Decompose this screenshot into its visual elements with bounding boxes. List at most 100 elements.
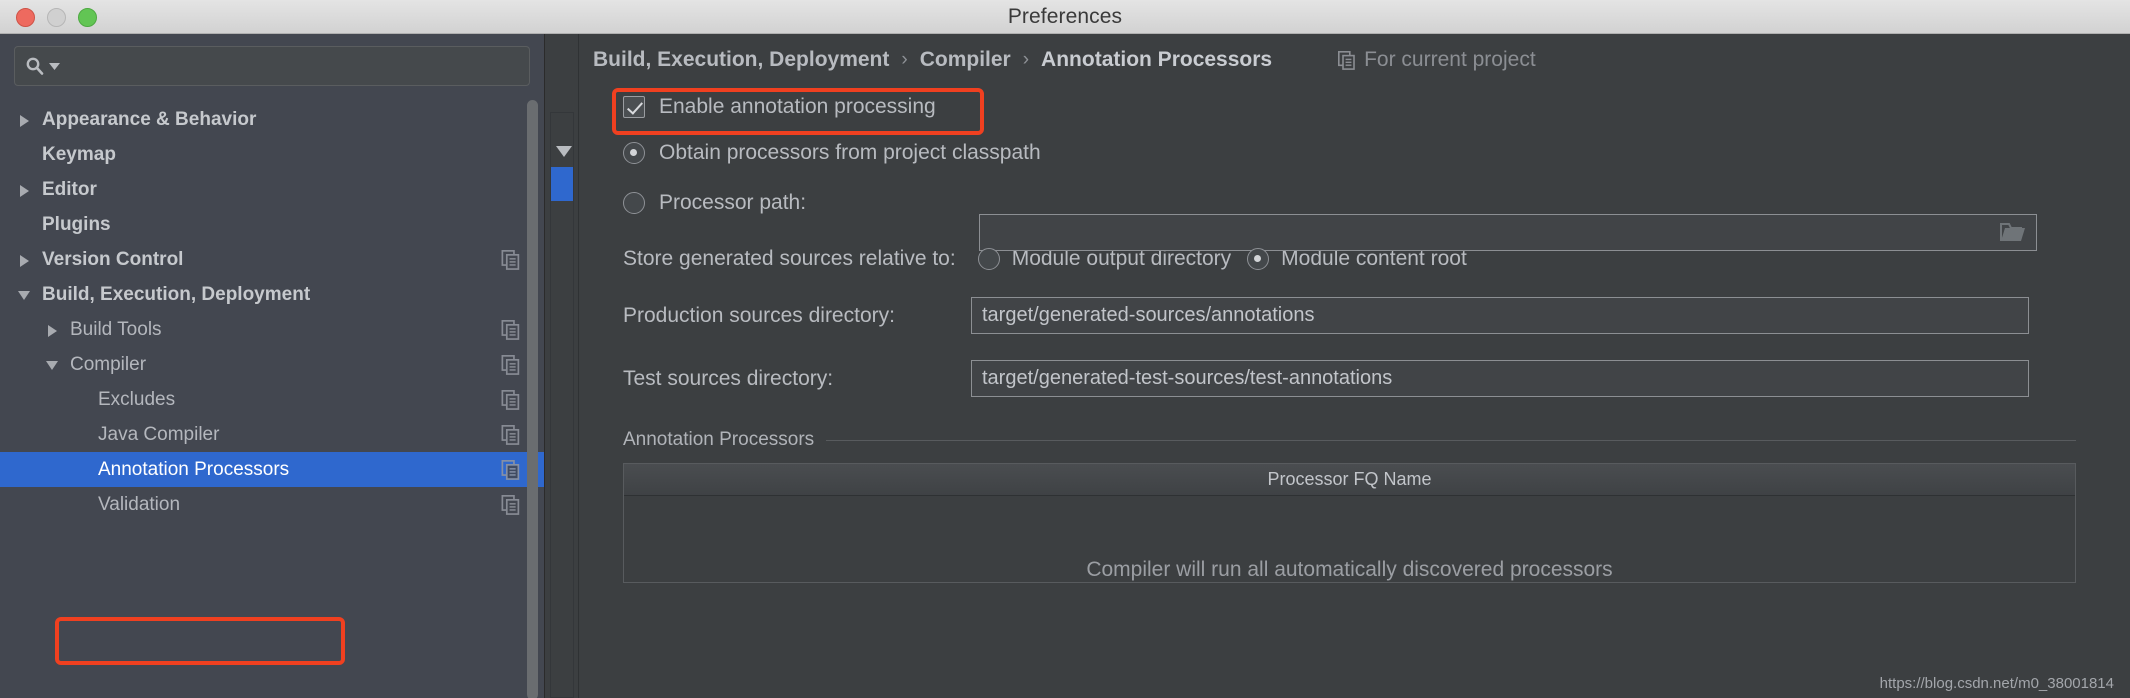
chevron-right-icon[interactable]: [16, 251, 34, 269]
copy-icon[interactable]: [500, 389, 522, 410]
sidebar-item-copy-settings-icon: [500, 285, 522, 305]
search-input[interactable]: [64, 57, 519, 75]
gutter-position-marker: [551, 167, 573, 201]
folder-browse-icon[interactable]: [2000, 222, 2026, 243]
sidebar-item-label: Build, Execution, Deployment: [42, 283, 311, 305]
sidebar-item-label: Keymap: [42, 143, 116, 165]
sidebar-scrollbar[interactable]: [527, 100, 538, 698]
sidebar-item-appearance-behavior[interactable]: Appearance & Behavior: [0, 102, 544, 137]
sidebar-item-copy-settings-icon[interactable]: [500, 389, 522, 410]
search-icon: [26, 57, 44, 75]
sidebar-item-copy-settings-icon[interactable]: [500, 319, 522, 340]
sidebar-item-validation[interactable]: Validation: [0, 487, 544, 522]
chevron-down-icon[interactable]: [16, 286, 34, 304]
store-module-output-radio[interactable]: [977, 248, 1000, 270]
search-area: [0, 34, 544, 96]
sidebar-item-copy-settings-icon[interactable]: [500, 354, 522, 375]
annotation-highlight-sidebar: [55, 617, 345, 665]
sidebar-item-keymap[interactable]: Keymap: [0, 137, 544, 172]
copy-icon[interactable]: [500, 354, 522, 375]
test-sources-value: target/generated-test-sources/test-annot…: [982, 367, 1393, 389]
sidebar-item-annotation-processors[interactable]: Annotation Processors: [0, 452, 544, 487]
sidebar-item-java-compiler[interactable]: Java Compiler: [0, 417, 544, 452]
breadcrumb-part-2: Annotation Processors: [1041, 48, 1273, 71]
obtain-processors-row[interactable]: Obtain processors from project classpath: [623, 141, 2130, 165]
sidebar-item-plugins[interactable]: Plugins: [0, 207, 544, 242]
settings-content: Enable annotation processing Obtain proc…: [579, 72, 2130, 583]
breadcrumb-part-1[interactable]: Compiler: [920, 48, 1011, 72]
project-scope-label: For current project: [1364, 48, 1536, 71]
minimize-button-icon[interactable]: [47, 7, 66, 27]
sidebar-item-build-tools[interactable]: Build Tools: [0, 312, 544, 347]
processor-path-input[interactable]: [979, 214, 2037, 251]
sidebar-item-label: Editor: [42, 178, 97, 200]
processor-path-label: Processor path:: [659, 191, 807, 214]
chevron-right-icon[interactable]: [44, 321, 62, 339]
processors-table-header: Processor FQ Name: [624, 464, 2075, 496]
section-divider: [826, 439, 2076, 441]
processor-path-radio[interactable]: [623, 192, 645, 214]
chevron-right-icon[interactable]: [16, 111, 34, 129]
sidebar-item-label: Version Control: [42, 248, 184, 270]
sidebar-item-excludes[interactable]: Excludes: [0, 382, 544, 417]
watermark: https://blog.csdn.net/m0_38001814: [1879, 675, 2114, 692]
enable-annotation-processing-checkbox[interactable]: [623, 96, 645, 118]
sidebar-item-copy-settings-icon[interactable]: [500, 424, 522, 445]
breadcrumb-part-0[interactable]: Build, Execution, Deployment: [593, 48, 889, 72]
chevron-down-icon[interactable]: [44, 356, 62, 374]
obtain-processors-label: Obtain processors from project classpath: [659, 141, 1041, 164]
sidebar-item-compiler[interactable]: Compiler: [0, 347, 544, 382]
traffic-lights: [16, 0, 97, 34]
enable-annotation-processing-row[interactable]: Enable annotation processing: [623, 95, 2130, 119]
sidebar-item-copy-settings-icon[interactable]: [500, 249, 522, 270]
production-sources-value: target/generated-sources/annotations: [982, 304, 1315, 326]
close-button-icon[interactable]: [16, 7, 35, 27]
preferences-window: Preferences Appearance & Behavior Keymap E…: [0, 0, 2130, 698]
production-sources-input[interactable]: target/generated-sources/annotations: [971, 297, 2029, 334]
settings-main-panel: Build, Execution, Deployment › Compiler …: [579, 34, 2130, 698]
obtain-processors-radio[interactable]: [623, 142, 645, 164]
settings-tree: Appearance & Behavior Keymap Editor Plugins…: [0, 102, 544, 522]
production-sources-label: Production sources directory:: [623, 303, 895, 327]
copy-icon[interactable]: [500, 459, 522, 480]
window-titlebar: Preferences: [0, 0, 2130, 34]
sidebar-item-label: Plugins: [42, 213, 111, 235]
processors-section-header: Annotation Processors: [623, 429, 2130, 451]
sidebar-item-label: Appearance & Behavior: [42, 108, 257, 130]
search-box[interactable]: [14, 46, 530, 86]
sidebar-item-build-execution-deployment[interactable]: Build, Execution, Deployment: [0, 277, 544, 312]
sidebar-item-copy-settings-icon: [500, 215, 522, 235]
window-body: Appearance & Behavior Keymap Editor Plugins…: [0, 34, 2130, 698]
copy-icon[interactable]: [500, 424, 522, 445]
breadcrumb-separator-1: ›: [1022, 49, 1030, 70]
copy-icon[interactable]: [500, 249, 522, 270]
chevron-right-icon[interactable]: [16, 181, 34, 199]
sidebar-item-editor[interactable]: Editor: [0, 172, 544, 207]
breadcrumb: Build, Execution, Deployment › Compiler …: [579, 34, 2130, 72]
sidebar-item-version-control[interactable]: Version Control: [0, 242, 544, 277]
copy-icon[interactable]: [500, 494, 522, 515]
test-sources-input[interactable]: target/generated-test-sources/test-annot…: [971, 360, 2029, 397]
sidebar-item-copy-settings-icon[interactable]: [500, 494, 522, 515]
chevron-down-icon[interactable]: [49, 61, 60, 72]
gutter-collapse-arrow-icon[interactable]: [556, 146, 572, 157]
store-module-content-radio[interactable]: [1247, 248, 1270, 270]
sidebar-item-copy-settings-icon[interactable]: [500, 459, 522, 480]
copy-icon[interactable]: [500, 319, 522, 340]
maximize-button-icon[interactable]: [78, 7, 97, 27]
store-generated-sources-label: Store generated sources relative to:: [623, 247, 956, 270]
column-header-processor-fq-name: Processor FQ Name: [1267, 469, 1432, 489]
sidebar-item-label: Excludes: [98, 388, 176, 410]
processors-table-empty-message: Compiler will run all automatically disc…: [1086, 558, 1613, 581]
enable-annotation-processing-label: Enable annotation processing: [659, 95, 936, 118]
sidebar-item-copy-settings-icon: [500, 180, 522, 200]
sidebar-item-label: Build Tools: [70, 318, 162, 340]
processor-path-row[interactable]: Processor path:: [623, 191, 2130, 215]
window-title: Preferences: [1007, 4, 1123, 28]
processors-table[interactable]: Processor FQ Name Compiler will run all …: [623, 463, 2076, 583]
test-sources-label: Test sources directory:: [623, 366, 834, 390]
